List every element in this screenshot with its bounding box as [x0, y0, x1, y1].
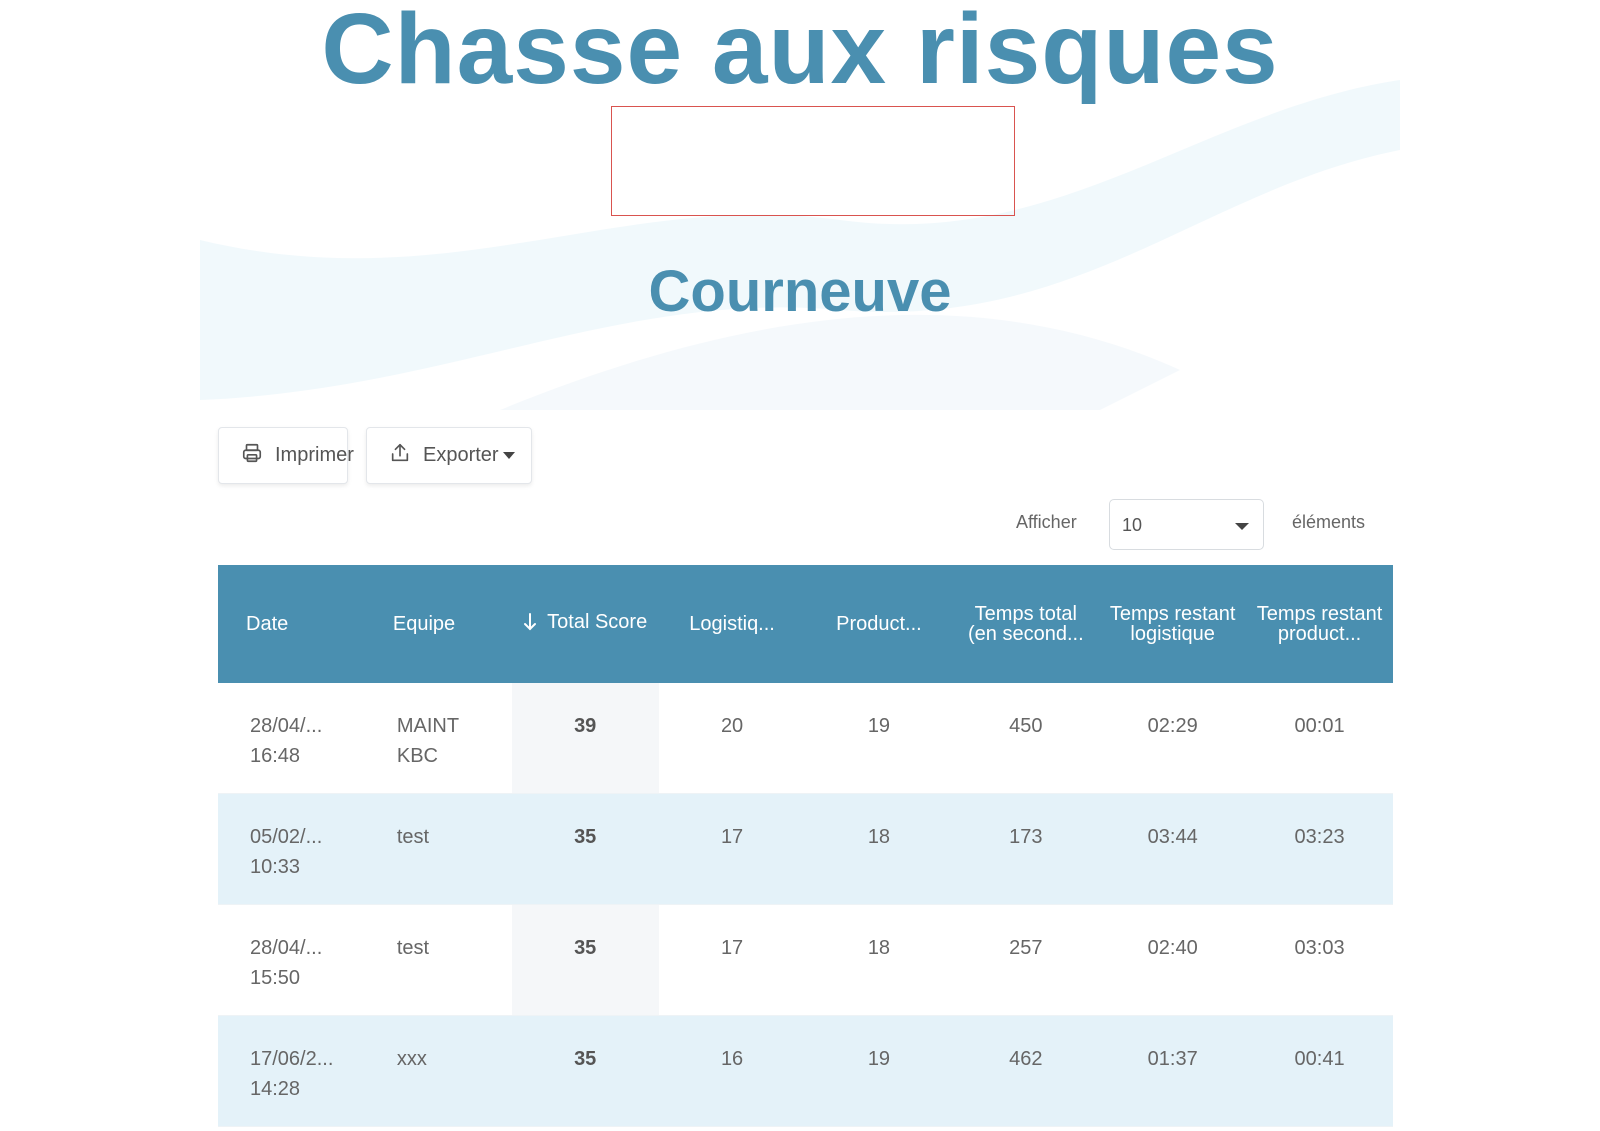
cell-logistique: 16 — [720, 1048, 744, 1070]
table-header: Date Equipe Total Score Logistiq... Prod… — [218, 565, 1393, 683]
cell-total-score: 35 — [511, 905, 659, 1015]
cell-date: 05/02/... 10:33 — [250, 826, 323, 878]
column-header-temps-restant-logistique[interactable]: Temps restant logistique — [1099, 604, 1246, 644]
table-row[interactable]: 17/06/2... 14:28 xxx 35 16 19 462 01:37 0… — [218, 1016, 1393, 1127]
cell-temps-restant-production: 00:41 — [1294, 1048, 1345, 1070]
cell-temps-restant-production: 03:03 — [1294, 937, 1345, 959]
site-title: Courneuve — [648, 259, 952, 324]
page-length-value: 10 — [1122, 515, 1143, 535]
cell-team: xxx — [396, 1048, 427, 1070]
chevron-down-icon — [1235, 523, 1249, 530]
cell-temps-total: 173 — [1009, 826, 1043, 848]
column-header-date[interactable]: Date — [218, 614, 365, 634]
cell-temps-restant-logistique: 02:29 — [1147, 715, 1198, 737]
cell-logistique: 17 — [720, 826, 744, 848]
page: Chasse aux risques Courneuve Imprimer Ex… — [0, 0, 1600, 1131]
cell-production: 19 — [867, 715, 891, 737]
cell-team: MAINT KBC — [396, 715, 460, 767]
column-header-logistique[interactable]: Logistiq... — [659, 614, 806, 634]
cell-temps-total: 462 — [1009, 1048, 1043, 1070]
cell-total-score: 39 — [511, 683, 659, 793]
scores-table: Date Equipe Total Score Logistiq... Prod… — [218, 565, 1393, 1127]
column-header-total-score[interactable]: Total Score — [512, 612, 659, 636]
cell-total-score: 35 — [511, 794, 659, 904]
cell-logistique: 20 — [720, 715, 744, 737]
page-title: Chasse aux risques — [321, 0, 1279, 105]
column-header-production[interactable]: Product... — [806, 614, 953, 634]
upload-icon — [389, 442, 411, 470]
cell-logistique: 17 — [720, 937, 744, 959]
cell-production: 18 — [867, 937, 891, 959]
table-row[interactable]: 05/02/... 10:33 test 35 17 18 173 03:44 0… — [218, 794, 1393, 905]
chevron-down-icon — [502, 452, 515, 459]
print-button[interactable]: Imprimer — [218, 427, 354, 484]
cell-date: 28/04/... 16:48 — [250, 715, 323, 767]
show-entries-label: Afficher — [1016, 512, 1077, 532]
arrow-down-icon — [523, 612, 537, 636]
column-header-team[interactable]: Equipe — [365, 614, 512, 634]
table-row[interactable]: 28/04/... 16:48 MAINT KBC 39 20 19 450 02:… — [218, 683, 1393, 794]
column-header-total-score-label: Total Score — [547, 611, 648, 633]
table-row[interactable]: 28/04/... 15:50 test 35 17 18 257 02:40 0… — [218, 905, 1393, 1016]
cell-temps-restant-production: 03:23 — [1294, 826, 1345, 848]
cell-temps-restant-production: 00:01 — [1294, 715, 1345, 737]
cell-temps-restant-logistique: 02:40 — [1147, 937, 1198, 959]
cell-temps-total: 257 — [1009, 937, 1043, 959]
cell-team: test — [396, 937, 430, 959]
column-header-temps-total[interactable]: Temps total (en second... — [952, 604, 1099, 644]
column-header-temps-restant-production[interactable]: Temps restant product... — [1246, 604, 1393, 644]
cell-date: 28/04/... 15:50 — [250, 937, 323, 989]
print-button-label: Imprimer — [275, 444, 354, 466]
elements-label: éléments — [1292, 512, 1366, 532]
page-length-select[interactable]: 10 — [1109, 499, 1264, 550]
export-button[interactable]: Exporter — [366, 427, 532, 484]
cell-date: 17/06/2... 14:28 — [250, 1048, 334, 1100]
cell-production: 19 — [867, 1048, 891, 1070]
printer-icon — [241, 442, 263, 470]
cell-temps-restant-logistique: 01:37 — [1147, 1048, 1198, 1070]
cell-temps-total: 450 — [1009, 715, 1043, 737]
cell-team: test — [396, 826, 430, 848]
logo-placeholder — [611, 106, 1015, 216]
cell-total-score: 35 — [511, 1016, 659, 1126]
export-button-label: Exporter — [423, 444, 499, 466]
cell-temps-restant-logistique: 03:44 — [1147, 826, 1198, 848]
cell-production: 18 — [867, 826, 891, 848]
